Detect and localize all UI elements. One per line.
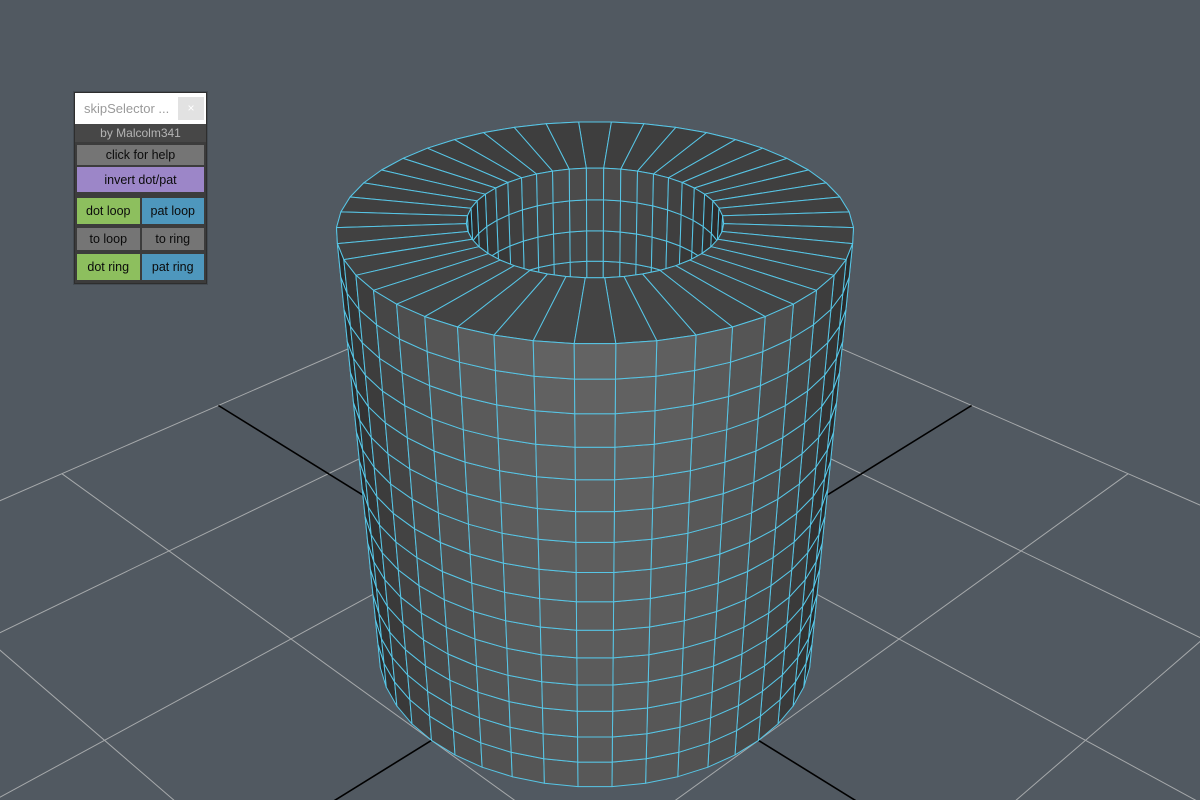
click-for-help-button[interactable]: click for help <box>77 145 204 165</box>
invert-dot-pat-button[interactable]: invert dot/pat <box>77 167 204 192</box>
author-byline: by Malcolm341 <box>75 124 206 142</box>
panel-body: click for help invert dot/pat dot loop p… <box>75 142 206 283</box>
pat-loop-button[interactable]: pat loop <box>142 198 205 224</box>
window-title: skipSelector ... <box>84 101 169 116</box>
to-ring-button[interactable]: to ring <box>142 228 205 250</box>
close-icon[interactable]: × <box>178 97 204 120</box>
to-loop-button[interactable]: to loop <box>77 228 140 250</box>
dot-ring-button[interactable]: dot ring <box>77 254 140 280</box>
window-titlebar[interactable]: skipSelector ... × <box>75 93 206 124</box>
viewport-3d[interactable]: skipSelector ... × by Malcolm341 click f… <box>0 0 1200 800</box>
dot-loop-button[interactable]: dot loop <box>77 198 140 224</box>
skipselector-window: skipSelector ... × by Malcolm341 click f… <box>74 92 207 284</box>
pat-ring-button[interactable]: pat ring <box>142 254 205 280</box>
pipe-mesh[interactable] <box>337 122 854 787</box>
